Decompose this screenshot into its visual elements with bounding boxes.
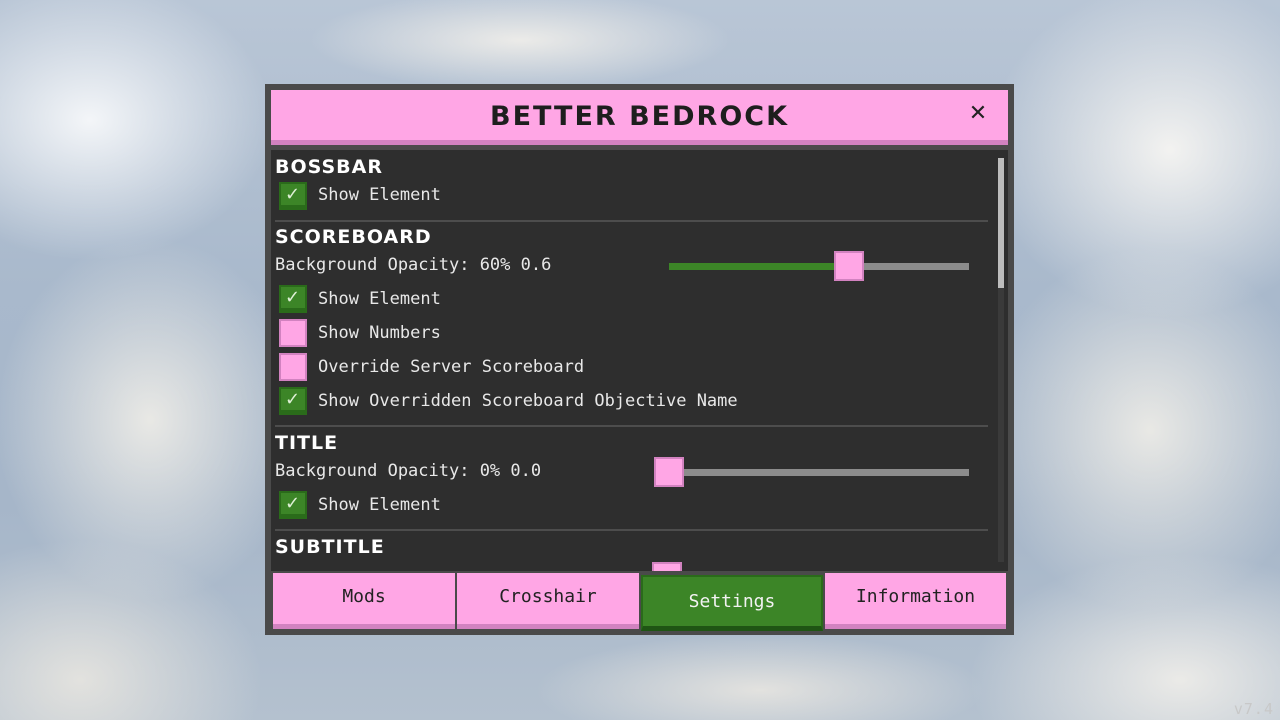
section-title-bossbar: BOSSBAR: [275, 156, 383, 178]
show-overridden-objective-name-checkbox[interactable]: ✓: [279, 387, 307, 415]
section-divider: [275, 220, 988, 222]
tab-information[interactable]: Information: [825, 573, 1006, 629]
checkmark-icon: ✓: [285, 287, 301, 308]
settings-content: BOSSBAR ✓ Show Element SCOREBOARD Backgr…: [271, 150, 1008, 571]
scoreboard-show-element-checkbox[interactable]: ✓: [279, 285, 307, 313]
bossbar-show-element-label: Show Element: [318, 185, 441, 205]
scoreboard-opacity-slider[interactable]: [669, 263, 969, 270]
version-label: v7.4: [1233, 700, 1274, 718]
window-title: BETTER BEDROCK: [489, 101, 790, 132]
tab-settings[interactable]: Settings: [641, 575, 823, 631]
settings-window: BETTER BEDROCK ✕ BOSSBAR ✓ Show Element …: [265, 84, 1014, 635]
override-server-scoreboard-label: Override Server Scoreboard: [318, 357, 585, 377]
scoreboard-opacity-slider-thumb[interactable]: [834, 251, 864, 281]
scoreboard-show-element-label: Show Element: [318, 289, 441, 309]
scoreboard-opacity-label: Background Opacity: 60% 0.6: [275, 255, 552, 275]
checkmark-icon: ✓: [285, 184, 301, 205]
title-show-element-checkbox[interactable]: ✓: [279, 491, 307, 519]
tab-bar: Mods Crosshair Settings Information: [271, 571, 1008, 631]
title-opacity-slider[interactable]: [669, 469, 969, 476]
title-opacity-label: Background Opacity: 0% 0.0: [275, 461, 542, 481]
scoreboard-show-numbers-checkbox[interactable]: [279, 319, 307, 347]
show-overridden-objective-name-label: Show Overridden Scoreboard Objective Nam…: [318, 391, 738, 411]
scoreboard-opacity-slider-fill: [669, 263, 849, 270]
close-button[interactable]: ✕: [966, 102, 990, 126]
section-title-scoreboard: SCOREBOARD: [275, 226, 432, 248]
section-title-subtitle: SUBTITLE: [275, 536, 385, 558]
window-header: BETTER BEDROCK ✕: [271, 90, 1008, 145]
scoreboard-show-numbers-label: Show Numbers: [318, 323, 441, 343]
checkmark-icon: ✓: [285, 493, 301, 514]
tab-mods[interactable]: Mods: [273, 573, 455, 629]
tab-crosshair[interactable]: Crosshair: [457, 573, 639, 629]
bossbar-show-element-checkbox[interactable]: ✓: [279, 182, 307, 210]
section-title-title: TITLE: [275, 432, 339, 454]
section-divider: [275, 529, 988, 531]
section-divider: [275, 425, 988, 427]
subtitle-slider-thumb[interactable]: [652, 562, 682, 571]
checkmark-icon: ✓: [285, 389, 301, 410]
title-show-element-label: Show Element: [318, 495, 441, 515]
title-opacity-slider-thumb[interactable]: [654, 457, 684, 487]
scrollbar-thumb[interactable]: [998, 158, 1004, 288]
override-server-scoreboard-checkbox[interactable]: [279, 353, 307, 381]
